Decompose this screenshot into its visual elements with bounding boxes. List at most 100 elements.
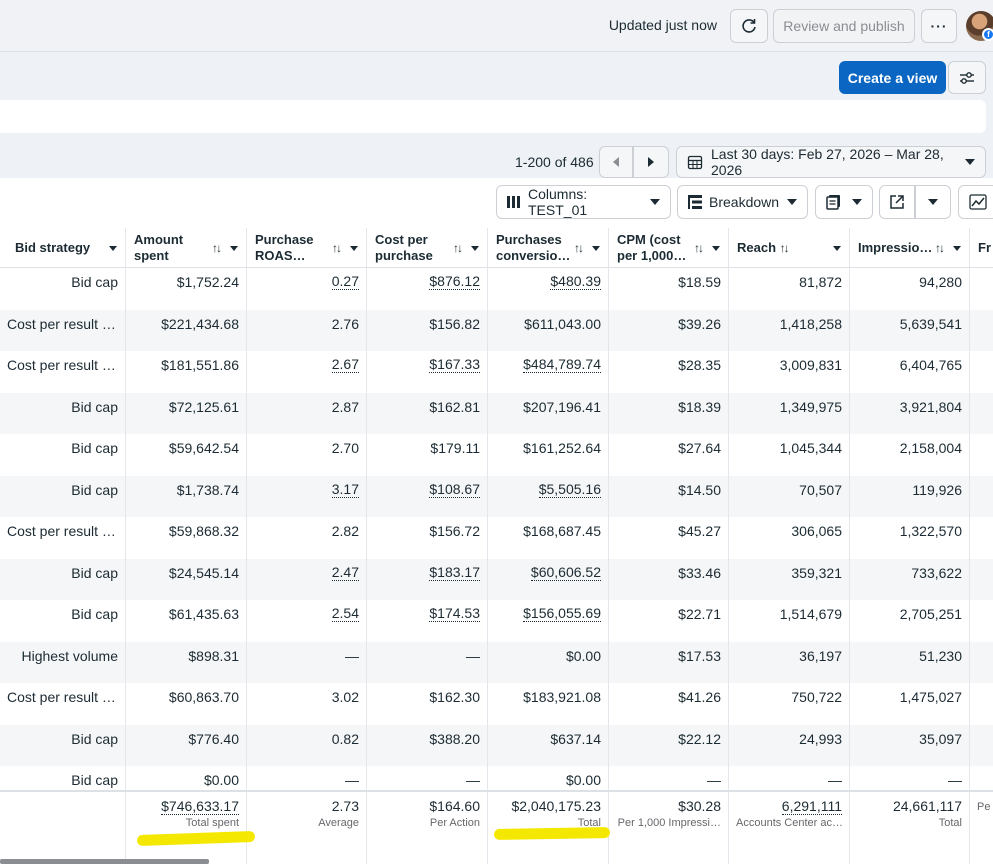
highlight-mark — [493, 826, 611, 841]
table-row[interactable]: Cost per result … $59,868.32 2.82 $156.72 $1… — [0, 517, 993, 559]
create-view-button[interactable]: Create a view — [839, 61, 946, 94]
cell-purchases-conversion-value[interactable]: $5,505.16 — [538, 481, 601, 498]
footer-amount-sub: Total spent — [185, 817, 239, 829]
export-options-button[interactable] — [915, 185, 951, 219]
cell-amount-spent: $61,435.63 — [126, 600, 247, 642]
table-row[interactable]: Cost per result … $221,434.68 2.76 $156.82 $… — [0, 309, 993, 351]
cell-purchase-roas-value[interactable]: 0.27 — [331, 274, 359, 290]
footer-reach-value[interactable]: 6,291,111 — [781, 798, 842, 815]
table-row[interactable]: Bid cap $1,752.24 0.27 $876.12 $480.39 $18.59… — [0, 268, 993, 310]
chevron-down-icon[interactable] — [712, 245, 720, 251]
cell-cost-per-purchase: $876.12 — [367, 268, 488, 310]
export-button[interactable] — [879, 185, 915, 219]
cell-purchases-conversion-value: $183,921.08 — [523, 689, 601, 705]
cell-cpm: $18.39 — [609, 392, 729, 434]
charts-button[interactable] — [958, 185, 993, 219]
cell-cost-per-purchase-value[interactable]: $174.53 — [429, 606, 480, 622]
cell-purchase-roas-value: — — [345, 772, 359, 788]
cell-amount-spent-value: $59,868.32 — [168, 523, 239, 539]
search-filter-bar[interactable] — [0, 100, 986, 133]
chevron-down-icon[interactable] — [953, 245, 961, 251]
cell-cost-per-purchase-value[interactable]: $183.17 — [429, 564, 480, 581]
table-header: Bid strategy Amount spent ↑↓ Purchase ROAS… — [0, 228, 993, 268]
sort-icon[interactable]: ↑↓ — [780, 241, 790, 255]
col-amount-spent[interactable]: Amount spent ↑↓ — [126, 228, 247, 268]
facebook-badge-icon: f — [982, 28, 993, 41]
cell-cpm: $22.12 — [609, 724, 729, 766]
cell-reach-value: 750,722 — [791, 689, 842, 705]
cell-impressions-value: 5,639,541 — [899, 315, 962, 332]
sort-icon[interactable]: ↑↓ — [332, 240, 342, 256]
cell-purchase-roas-value[interactable]: 3.17 — [331, 481, 359, 498]
reports-button[interactable] — [815, 185, 873, 219]
horizontal-scrollbar[interactable] — [0, 859, 209, 864]
col-purchases-conversion[interactable]: Purchases conversio… ↑↓ — [488, 228, 609, 268]
cell-reach: 81,872 — [729, 268, 850, 310]
table-row[interactable]: Cost per result … $181,551.86 2.67 $167.33 $… — [0, 351, 993, 393]
chevron-down-icon[interactable] — [471, 245, 479, 251]
cell-reach: 1,045,344 — [729, 434, 850, 476]
footer-cpp: $164.60 Per Action — [367, 792, 488, 864]
chevron-down-icon[interactable] — [230, 245, 238, 251]
sort-icon[interactable]: ↑↓ — [574, 240, 584, 256]
cell-cost-per-purchase-value[interactable]: $108.67 — [429, 481, 480, 498]
sort-icon[interactable]: ↑↓ — [212, 240, 222, 256]
cell-purchase-roas-value[interactable]: 2.54 — [331, 606, 359, 622]
cell-purchases-conversion: $611,043.00 — [488, 309, 609, 351]
sort-icon[interactable]: ↑↓ — [694, 240, 704, 256]
col-cpm[interactable]: CPM (cost per 1,000… ↑↓ — [609, 228, 729, 268]
table-row[interactable]: Bid cap $24,545.14 2.47 $183.17 $60,606.52 $3… — [0, 558, 993, 600]
cell-cpm: $14.50 — [609, 475, 729, 517]
chevron-down-icon[interactable] — [109, 245, 117, 251]
review-publish-button[interactable]: Review and publish — [773, 9, 915, 43]
cell-cost-per-purchase-value[interactable]: $876.12 — [429, 274, 480, 290]
cell-purchases-conversion-value[interactable]: $60,606.52 — [530, 564, 601, 581]
cell-purchase-roas: 2.47 — [247, 558, 367, 600]
table-row[interactable]: Bid cap $1,738.74 3.17 $108.67 $5,505.16 $14.… — [0, 475, 993, 517]
refresh-icon — [741, 18, 757, 34]
col-impressions[interactable]: Impressio… ↑↓ — [850, 228, 970, 268]
table-row[interactable]: Cost per result … $60,863.70 3.02 $162.30 $1… — [0, 683, 993, 725]
cell-purchases-conversion-value[interactable]: $484,789.74 — [523, 357, 601, 373]
columns-button[interactable]: Columns: TEST_01 — [496, 185, 671, 219]
cell-bid-strategy-value: Cost per result … — [7, 315, 116, 332]
customize-button[interactable] — [948, 61, 986, 94]
col-reach[interactable]: Reach ↑↓ — [729, 228, 850, 268]
col-cost-per-purchase[interactable]: Cost per purchase ↑↓ — [367, 228, 488, 268]
cell-purchase-roas: 2.70 — [247, 434, 367, 476]
cell-cost-per-purchase-value[interactable]: $167.33 — [429, 357, 480, 373]
cell-purchase-roas-value[interactable]: 2.67 — [331, 357, 359, 373]
cell-purchases-conversion: $637.14 — [488, 724, 609, 766]
chevron-down-icon[interactable] — [350, 245, 358, 251]
date-range-picker[interactable]: Last 30 days: Feb 27, 2026 – Mar 28, 202… — [676, 146, 986, 178]
table-row[interactable]: Bid cap $59,642.54 2.70 $179.11 $161,252.64 $… — [0, 434, 993, 476]
refresh-button[interactable] — [730, 9, 768, 43]
cell-cpm-value: $17.53 — [678, 647, 721, 664]
breakdown-button[interactable]: Breakdown — [677, 185, 808, 219]
cell-purchases-conversion-value[interactable]: $480.39 — [550, 274, 601, 290]
table-row[interactable]: Bid cap $72,125.61 2.87 $162.81 $207,196.41 $… — [0, 392, 993, 434]
chevron-down-icon[interactable] — [833, 245, 841, 251]
next-page-button[interactable] — [633, 146, 669, 178]
sort-icon[interactable]: ↑↓ — [453, 240, 463, 256]
cell-bid-strategy: Cost per result … — [0, 351, 126, 393]
cell-impressions-value: 3,921,804 — [899, 398, 962, 415]
cell-purchases-conversion-value[interactable]: $156,055.69 — [523, 606, 601, 622]
cell-amount-spent: $776.40 — [126, 724, 247, 766]
sort-icon[interactable]: ↑↓ — [935, 240, 945, 256]
col-frequency[interactable]: Fr — [970, 228, 993, 268]
table-row[interactable]: Highest volume $898.31 — — $0.00 $17.53 36,197… — [0, 641, 993, 683]
cell-purchase-roas-value[interactable]: 2.47 — [331, 564, 359, 581]
cell-reach: 306,065 — [729, 517, 850, 559]
footer-amount-value[interactable]: $746,633.17 — [161, 798, 239, 815]
table-row[interactable]: Bid cap $61,435.63 2.54 $174.53 $156,055.69 $… — [0, 600, 993, 642]
previous-page-button[interactable] — [599, 146, 633, 178]
export-icon — [889, 194, 905, 210]
col-bid-strategy[interactable]: Bid strategy — [0, 228, 126, 268]
table-row[interactable]: Bid cap $776.40 0.82 $388.20 $637.14 $22.12 24… — [0, 724, 993, 766]
footer-freq-sub: Pe — [977, 801, 991, 813]
more-options-button[interactable]: ··· — [921, 9, 957, 43]
cell-frequency — [970, 600, 993, 642]
chevron-down-icon[interactable] — [592, 245, 600, 251]
col-purchase-roas[interactable]: Purchase ROAS… ↑↓ — [247, 228, 367, 268]
